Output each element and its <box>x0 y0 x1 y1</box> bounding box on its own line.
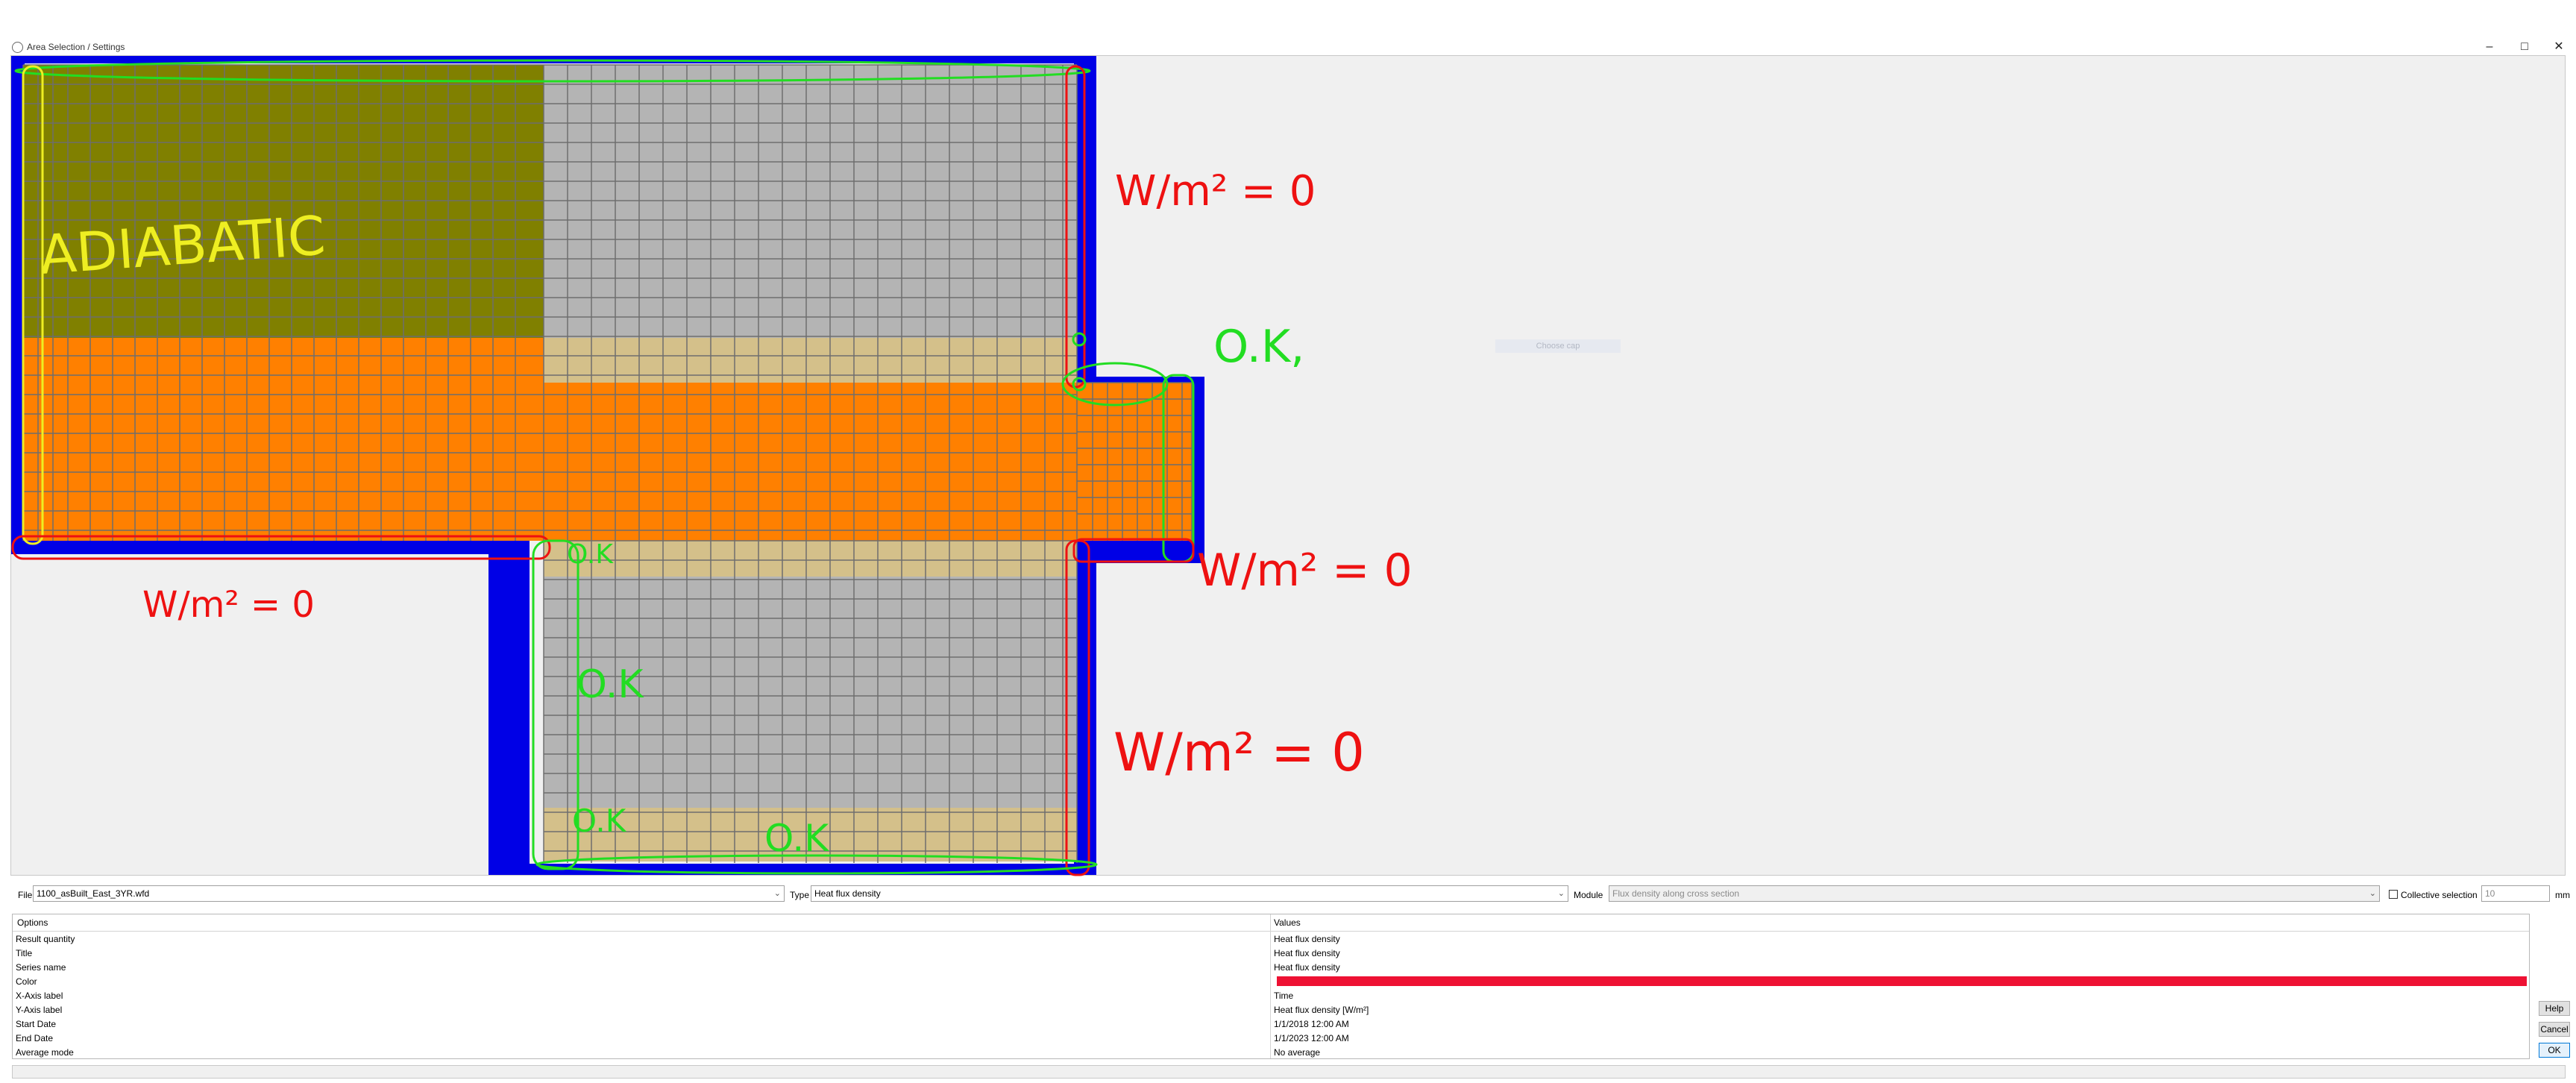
maximize-button[interactable]: □ <box>2510 39 2539 55</box>
ok-lower-text-1: O.K <box>567 539 614 570</box>
option-row[interactable]: Average mode No average <box>13 1045 2529 1059</box>
option-value[interactable]: Heat flux density [W/m²] <box>1274 1005 1369 1015</box>
file-select-value: 1100_asBuilt_East_3YR.wfd <box>37 888 150 899</box>
flux-zero-right-text: W/m² = 0 <box>1115 167 1316 216</box>
chevron-down-icon[interactable]: ⌄ <box>774 886 781 901</box>
option-value[interactable]: Heat flux density <box>1274 934 1340 944</box>
boundary-lower-left <box>489 541 530 875</box>
option-key: Y-Axis label <box>16 1005 63 1015</box>
app-icon <box>12 42 23 53</box>
option-key: Average mode <box>16 1047 74 1058</box>
status-bar <box>12 1065 2566 1079</box>
close-button[interactable]: ✕ <box>2544 39 2574 55</box>
type-select[interactable]: Heat flux density ⌄ <box>811 885 1568 902</box>
options-table: Options Values Result quantity Heat flux … <box>12 914 2530 1059</box>
option-row[interactable]: Title Heat flux density <box>13 946 2529 960</box>
ghost-tooltip: Choose cap <box>1495 339 1621 353</box>
type-select-value: Heat flux density <box>814 888 881 899</box>
options-table-header: Options Values <box>13 914 2529 932</box>
ok-bottom-text: O.K <box>764 817 829 860</box>
option-key: Color <box>16 976 37 987</box>
orange-band-right <box>544 383 1192 541</box>
option-row[interactable]: Result quantity Heat flux density <box>13 932 2529 946</box>
window-title: Area Selection / Settings <box>27 42 125 52</box>
olive-insulation-region <box>23 65 556 338</box>
help-button[interactable]: Help <box>2539 1001 2570 1016</box>
flux-zero-lower-right-text: W/m² = 0 <box>1113 722 1365 783</box>
module-label: Module <box>1574 890 1603 900</box>
option-row[interactable]: Series name Heat flux density <box>13 960 2529 974</box>
orange-band-left <box>23 338 544 541</box>
type-label: Type <box>790 890 810 900</box>
geometry-canvas[interactable]: O.K ADIABATIC W/m² = 0 O.K, W/m² = 0 W/m… <box>10 55 2566 876</box>
module-select: Flux density along cross section ⌄ <box>1609 885 2380 902</box>
chevron-down-icon: ⌄ <box>2369 889 2376 898</box>
option-value[interactable]: No average <box>1274 1047 1320 1058</box>
option-row[interactable]: X-Axis label Time <box>13 988 2529 1002</box>
collective-selection-checkbox[interactable] <box>2389 890 2398 899</box>
option-key: End Date <box>16 1033 54 1043</box>
ok-step-text: O.K, <box>1213 321 1304 373</box>
option-row[interactable]: End Date 1/1/2023 12:00 AM <box>13 1031 2529 1045</box>
file-label: File <box>18 890 33 900</box>
title-bar: Area Selection / Settings – □ ✕ <box>0 0 2576 55</box>
collective-selection-label: Collective selection <box>2401 890 2478 900</box>
chevron-down-icon[interactable]: ⌄ <box>1558 886 1565 901</box>
option-value[interactable]: 1/1/2023 12:00 AM <box>1274 1033 1349 1043</box>
option-key: Title <box>16 948 33 958</box>
cancel-button[interactable]: Cancel <box>2539 1022 2570 1037</box>
values-column-header: Values <box>1274 917 1301 928</box>
option-key: Result quantity <box>16 934 75 944</box>
option-row[interactable]: Y-Axis label Heat flux density [W/m²] <box>13 1002 2529 1017</box>
cross-section-drawing[interactable]: O.K ADIABATIC W/m² = 0 O.K, W/m² = 0 W/m… <box>11 56 2566 876</box>
module-select-value: Flux density along cross section <box>1612 888 1740 899</box>
grid-spacing-input[interactable]: 10 <box>2481 885 2550 902</box>
options-column-header: Options <box>17 917 48 928</box>
ok-button[interactable]: OK <box>2539 1043 2570 1058</box>
ok-lower-text-3: O.K <box>572 803 627 839</box>
material-regions <box>11 56 1204 875</box>
option-key: X-Axis label <box>16 991 63 1001</box>
option-key: Start Date <box>16 1019 57 1029</box>
option-key: Series name <box>16 962 66 973</box>
option-row[interactable]: Color <box>13 974 2529 988</box>
color-swatch[interactable] <box>1277 976 2527 986</box>
unit-label: mm <box>2555 890 2570 900</box>
minimize-button[interactable]: – <box>2475 39 2504 55</box>
flux-zero-bottom-left-text: W/m² = 0 <box>142 584 315 626</box>
boundary-bottom-left <box>11 539 503 554</box>
flux-zero-mid-text: W/m² = 0 <box>1197 544 1413 597</box>
option-value[interactable]: Time <box>1274 991 1293 1001</box>
file-select[interactable]: 1100_asBuilt_East_3YR.wfd ⌄ <box>33 885 785 902</box>
ok-lower-text-2: O.K <box>577 662 644 707</box>
option-value[interactable]: Heat flux density <box>1274 962 1340 973</box>
option-value[interactable]: Heat flux density <box>1274 948 1340 958</box>
option-row[interactable]: Start Date 1/1/2018 12:00 AM <box>13 1017 2529 1031</box>
option-value[interactable]: 1/1/2018 12:00 AM <box>1274 1019 1349 1029</box>
